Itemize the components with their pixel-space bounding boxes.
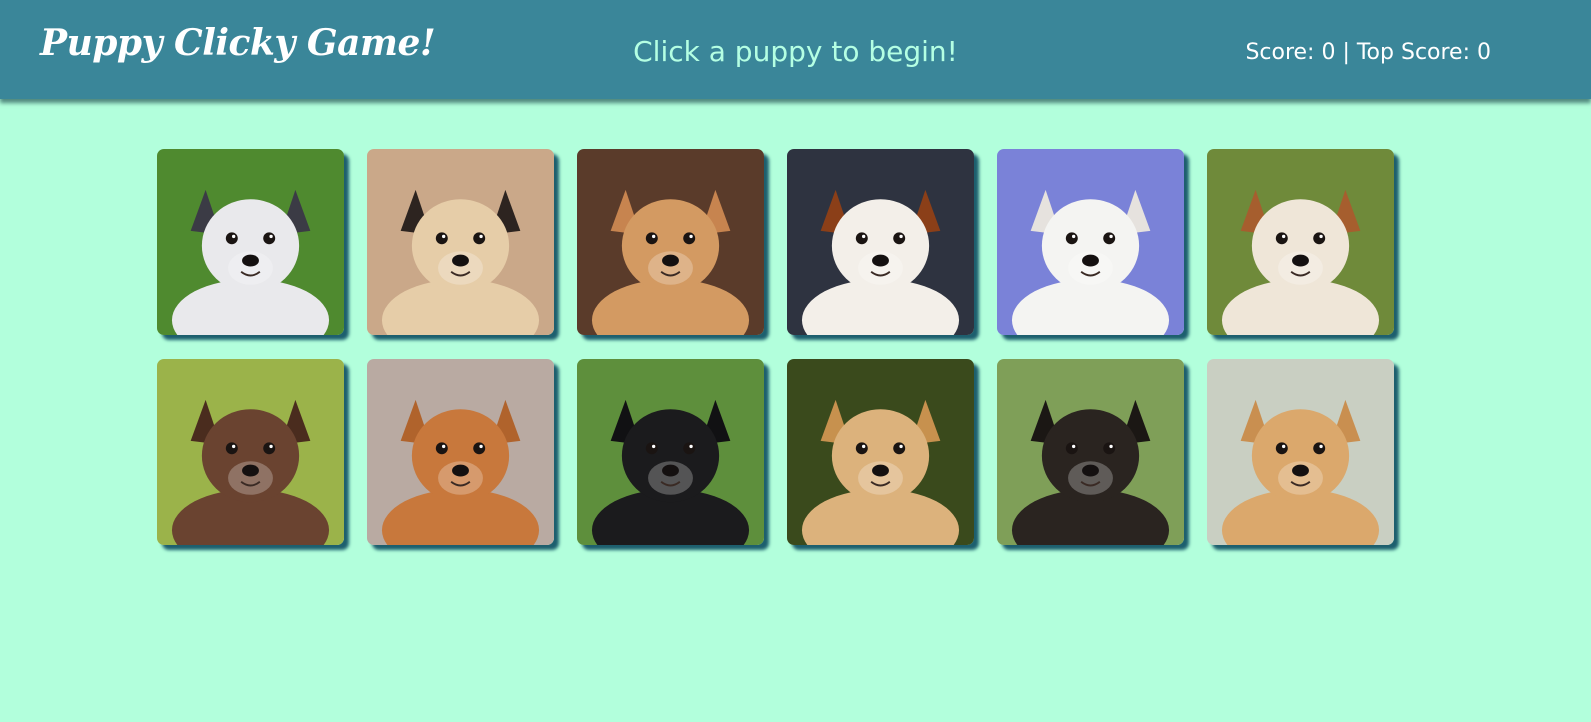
husky-puppy-image (157, 149, 344, 335)
pug-puppy-image (367, 149, 554, 335)
score-display: Score: 0 | Top Score: 0 (1245, 40, 1491, 65)
puppy-card-shiba-puppy[interactable] (577, 149, 764, 335)
puppy-card-husky-puppy[interactable] (157, 149, 344, 335)
black-lab-puppy-image (577, 359, 764, 545)
puppy-card-golden-retriever-puppy[interactable] (787, 359, 974, 545)
puppy-card-white-fluffy-puppy[interactable] (997, 149, 1184, 335)
puppy-card-pug-puppy[interactable] (367, 149, 554, 335)
brown-lab-puppy-image (157, 359, 344, 545)
navbar: Puppy Clicky Game! Click a puppy to begi… (0, 0, 1591, 99)
pomeranian-puppy-image (1207, 359, 1394, 545)
golden-retriever-puppy-image (787, 359, 974, 545)
puppy-card-grid (157, 149, 1394, 545)
bulldog-puppy-image (1207, 149, 1394, 335)
puppy-card-bulldog-puppy[interactable] (1207, 149, 1394, 335)
puppy-card-pomeranian-puppy[interactable] (1207, 359, 1394, 545)
cavalier-puppy-image (787, 149, 974, 335)
puppy-card-german-shepherd-puppy[interactable] (997, 359, 1184, 545)
puppy-card-cavalier-puppy[interactable] (787, 149, 974, 335)
corgi-puppy-image (367, 359, 554, 545)
puppy-card-black-lab-puppy[interactable] (577, 359, 764, 545)
german-shepherd-puppy-image (997, 359, 1184, 545)
white-fluffy-puppy-image (997, 149, 1184, 335)
puppy-card-corgi-puppy[interactable] (367, 359, 554, 545)
puppy-card-brown-lab-puppy[interactable] (157, 359, 344, 545)
shiba-puppy-image (577, 149, 764, 335)
